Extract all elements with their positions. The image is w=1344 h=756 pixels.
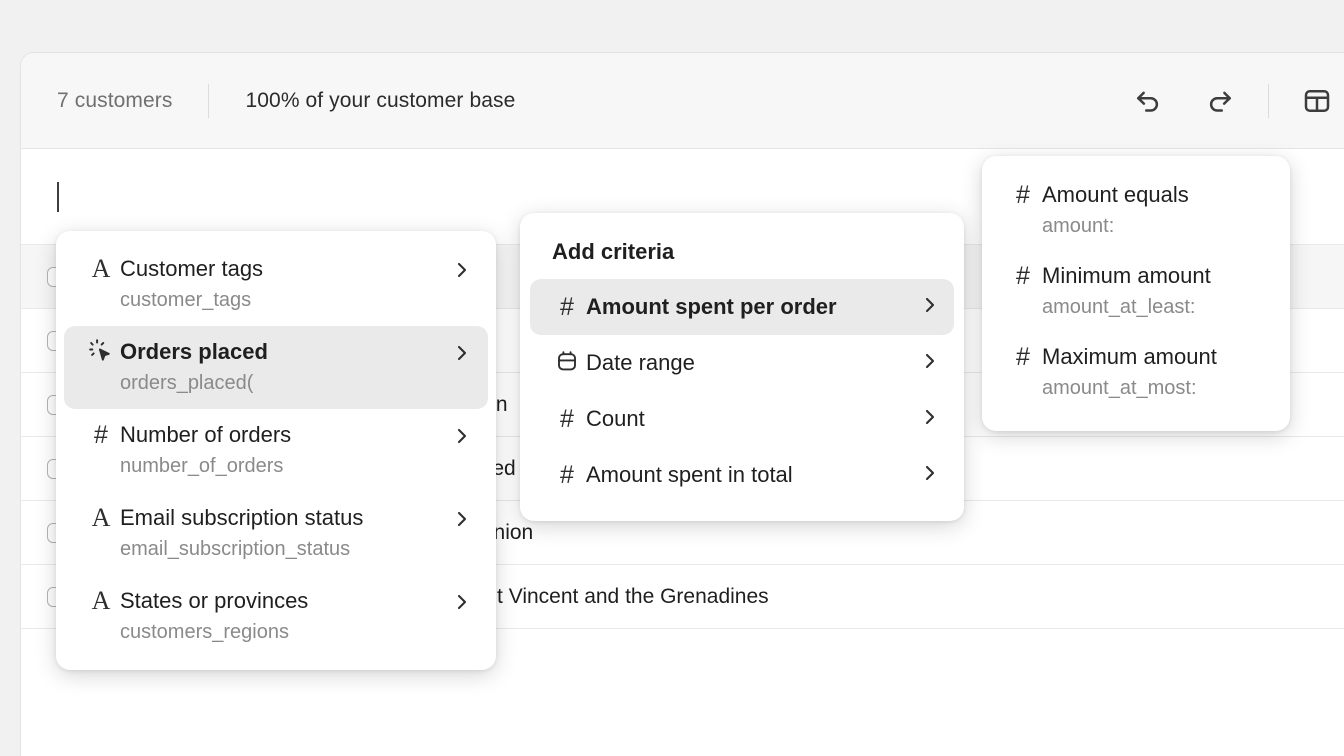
app-root: 7 customers 100% of your customer base S… [0, 0, 1344, 756]
menu-item-maximum-amount[interactable]: # Maximum amount amount_at_most: [990, 332, 1282, 413]
chevron-right-icon [444, 254, 472, 285]
menu-item-states-or-provinces[interactable]: A States or provinces customers_regions [64, 575, 488, 658]
redo-button[interactable] [1198, 79, 1242, 123]
menu-item-label: Orders placed [120, 339, 268, 364]
redo-icon [1205, 86, 1235, 116]
chevron-right-icon [912, 460, 940, 488]
menu-item-customer-tags[interactable]: A Customer tags customer_tags [64, 243, 488, 326]
menu-item-label: Minimum amount [1042, 263, 1211, 288]
header-divider-2 [1268, 83, 1269, 118]
add-criteria-title: Add criteria [552, 239, 675, 264]
text-caret [57, 181, 59, 212]
undo-icon [1133, 86, 1163, 116]
number-field-icon: # [560, 293, 574, 321]
cursor-click-icon [82, 337, 120, 364]
menu-item-label: Email subscription status [120, 505, 364, 530]
chevron-right-icon [444, 420, 472, 451]
chevron-right-icon [444, 586, 472, 617]
menu-item-amount-spent-per-order[interactable]: # Amount spent per order [530, 279, 954, 335]
number-field-icon: # [1016, 262, 1030, 290]
chevron-right-icon [444, 503, 472, 534]
country-cell: Réunion [455, 521, 1344, 545]
number-field-icon: # [560, 461, 574, 489]
menu-item-label: Date range [586, 350, 695, 375]
menu-item-label: Amount equals [1042, 182, 1189, 207]
panel-layout-icon [1302, 86, 1332, 116]
card-header: 7 customers 100% of your customer base [21, 53, 1344, 149]
menu-item-token: number_of_orders [120, 455, 284, 477]
menu-item-label: Customer tags [120, 256, 264, 281]
menu-item-token: amount_at_most: [1042, 377, 1197, 399]
undo-button[interactable] [1126, 79, 1170, 123]
calendar-icon [548, 348, 586, 373]
menu-item-token: amount: [1042, 215, 1115, 237]
country-cell: Saint Vincent and the Grenadines [455, 584, 769, 608]
menu-item-email-subscription-status[interactable]: A Email subscription status email_subscr… [64, 492, 488, 575]
number-field-icon: # [560, 405, 574, 433]
menu-item-label: Number of orders [120, 422, 292, 447]
number-field-icon: # [1016, 343, 1030, 371]
menu-item-token: amount_at_least: [1042, 296, 1196, 318]
menu-item-amount-spent-in-total[interactable]: # Amount spent in total [530, 447, 954, 503]
number-field-icon: # [1016, 181, 1030, 209]
text-field-icon: A [91, 586, 111, 615]
chevron-right-icon [912, 404, 940, 432]
menu-item-label: Maximum amount [1042, 344, 1217, 369]
menu-item-label: States or provinces [120, 588, 309, 613]
text-field-icon: A [91, 503, 111, 532]
menu-item-label: Count [586, 406, 645, 431]
chevron-right-icon [912, 292, 940, 320]
chevron-right-icon [912, 348, 940, 376]
header-divider [208, 83, 210, 118]
menu-item-token: customer_tags [120, 289, 252, 311]
text-field-icon: A [91, 254, 111, 283]
menu-item-label: Amount spent per order [586, 294, 837, 319]
layout-panel-button[interactable] [1295, 79, 1339, 123]
customer-base-percent-label: 100% of your customer base [245, 88, 516, 112]
amount-options-menu: # Amount equals amount: # Minimum amount… [982, 156, 1290, 431]
menu-item-orders-placed[interactable]: Orders placed orders_placed( [64, 326, 488, 409]
menu-item-label: Amount spent in total [586, 462, 793, 487]
menu-item-date-range[interactable]: Date range [530, 335, 954, 391]
menu-item-count[interactable]: # Count [530, 391, 954, 447]
menu-item-minimum-amount[interactable]: # Minimum amount amount_at_least: [990, 251, 1282, 332]
add-criteria-menu: Add criteria # Amount spent per order Da… [520, 213, 964, 521]
menu-item-amount-equals[interactable]: # Amount equals amount: [990, 170, 1282, 251]
customer-count-label: 7 customers [57, 88, 173, 112]
menu-item-token: orders_placed( [120, 372, 254, 394]
menu-item-token: customers_regions [120, 621, 289, 643]
number-field-icon: # [94, 421, 108, 449]
menu-item-token: email_subscription_status [120, 538, 351, 560]
menu-item-number-of-orders[interactable]: # Number of orders number_of_orders [64, 409, 488, 492]
field-suggestion-menu: A Customer tags customer_tags Orders pla… [56, 231, 496, 670]
chevron-right-icon [444, 337, 472, 368]
